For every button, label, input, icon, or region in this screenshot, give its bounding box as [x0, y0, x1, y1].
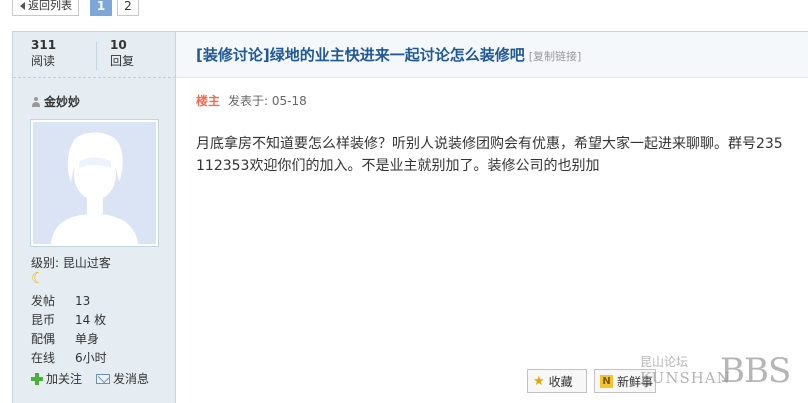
replies-label: 回复	[110, 54, 135, 68]
arrow-left-icon	[20, 2, 25, 10]
follow-button[interactable]: 加关注	[31, 370, 82, 387]
post-date: 发表于: 05-18	[228, 94, 307, 108]
stats-divider	[96, 42, 97, 70]
info-value: 6小时	[75, 351, 107, 365]
info-row-spouse: 配偶 单身	[31, 329, 171, 348]
favorite-button[interactable]: ★ 收藏	[527, 369, 587, 393]
info-value: 13	[75, 293, 91, 308]
info-row-coins: 昆币 14 枚	[31, 310, 171, 329]
info-key: 在线	[31, 351, 56, 365]
replies-stat: 10 回复	[110, 38, 134, 69]
envelope-icon	[96, 373, 111, 384]
author-info: 发帖 13 昆币 14 枚 配偶 单身 在线 6小时	[31, 291, 171, 367]
page-1-button[interactable]: 1	[90, 0, 112, 16]
pager-bar: 返回列表 1 2	[0, 0, 808, 20]
info-key: 配偶	[31, 332, 56, 346]
thread-title-text: [装修讨论]绿地的业主快进来一起讨论怎么装修吧	[196, 46, 525, 64]
info-value: 单身	[75, 332, 100, 346]
author-actions: 加关注 发消息	[31, 370, 149, 387]
views-label: 阅读	[31, 54, 56, 68]
send-message-label: 发消息	[113, 372, 150, 386]
info-row-posts: 发帖 13	[31, 291, 171, 310]
views-count: 311	[31, 38, 57, 52]
page-2-button[interactable]: 2	[117, 0, 139, 16]
watermark-cn: 昆山论坛	[640, 355, 689, 369]
watermark-bbs: BBS	[720, 351, 791, 391]
thread-title: [装修讨论]绿地的业主快进来一起讨论怎么装修吧 [复制链接]	[196, 44, 581, 65]
copy-link-button[interactable]: [复制链接]	[529, 50, 582, 63]
back-to-list-label: 返回列表	[28, 0, 72, 12]
back-to-list-button[interactable]: 返回列表	[12, 0, 79, 16]
plus-icon	[31, 372, 43, 385]
author-name[interactable]: 金妙妙	[44, 93, 80, 110]
info-row-online: 在线 6小时	[31, 348, 171, 367]
views-stat: 311 阅读	[31, 38, 56, 69]
thread-title-bar: [装修讨论]绿地的业主快进来一起讨论怎么装修吧 [复制链接]	[176, 32, 808, 78]
news-icon: N	[600, 374, 613, 388]
author-sidebar: 311 阅读 10 回复 金妙妙 级别: 昆山过客 ☾ 发帖 13 昆币 14 …	[12, 32, 176, 403]
favorite-label: 收藏	[548, 374, 573, 389]
follow-label: 加关注	[46, 372, 83, 386]
post-meta: 楼主 发表于: 05-18	[196, 92, 307, 109]
post-body: 月底拿房不知道要怎么样装修？听别人说装修团购会有优惠，希望大家一起进来聊聊。群号…	[196, 136, 783, 174]
info-key: 昆币	[31, 313, 56, 327]
replies-count: 10	[110, 38, 127, 52]
send-message-button[interactable]: 发消息	[96, 370, 149, 387]
info-value: 14 枚	[75, 313, 107, 327]
author-name-row[interactable]: 金妙妙	[31, 93, 80, 110]
thread-stats: 311 阅读 10 回复	[13, 32, 176, 78]
user-icon	[31, 96, 41, 107]
info-key: 发帖	[31, 294, 56, 308]
watermark-en: KUNSHAN	[640, 369, 731, 387]
floor-label: 楼主	[196, 94, 221, 108]
post-content: [装修讨论]绿地的业主快进来一起讨论怎么装修吧 [复制链接] 楼主 发表于: 05…	[176, 32, 808, 403]
post-frame: 311 阅读 10 回复 金妙妙 级别: 昆山过客 ☾ 发帖 13 昆币 14 …	[12, 31, 808, 403]
moon-icon: ☾	[31, 269, 45, 287]
avatar[interactable]	[30, 119, 159, 247]
default-avatar-silhouette-icon	[33, 122, 156, 244]
star-icon: ★	[533, 373, 545, 389]
avatar-image	[33, 122, 156, 244]
